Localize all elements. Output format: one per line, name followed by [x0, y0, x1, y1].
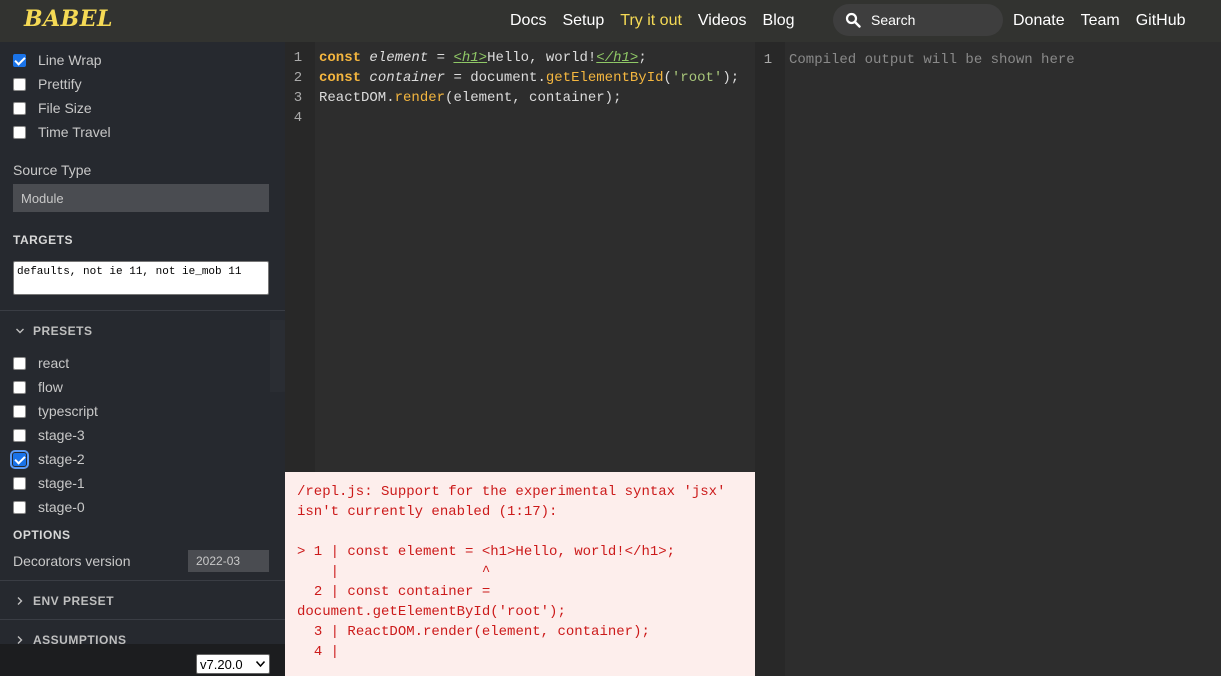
line-number: 4 [293, 110, 303, 126]
preset-label: stage-1 [38, 475, 85, 491]
decorators-version-label: Decorators version [13, 553, 131, 569]
nav-videos[interactable]: Videos [698, 12, 747, 30]
preset-flow[interactable]: flow [13, 377, 63, 397]
time-travel-checkbox[interactable] [13, 125, 26, 139]
nav-docs[interactable]: Docs [510, 12, 546, 30]
nav-blog[interactable]: Blog [763, 12, 795, 30]
checkbox-label: File Size [38, 100, 92, 116]
nav-github[interactable]: GitHub [1136, 12, 1186, 30]
time-travel-option[interactable]: Time Travel [13, 122, 111, 142]
settings-sidebar: Line Wrap Prettify File Size Time Travel… [0, 42, 285, 676]
stage-0-checkbox[interactable] [13, 500, 26, 514]
checkbox-label: Prettify [38, 76, 82, 92]
nav-donate[interactable]: Donate [1013, 12, 1065, 30]
secondary-nav: Donate Team GitHub [1013, 0, 1202, 42]
decorators-version-row: Decorators version 2022-03 [13, 550, 269, 572]
line-number: 3 [293, 90, 303, 106]
sidebar-footer: v7.20.0 [0, 644, 285, 676]
prettify-checkbox[interactable] [13, 77, 26, 91]
preset-label: flow [38, 379, 63, 395]
babel-version-select[interactable]: v7.20.0 [196, 654, 270, 674]
search-box[interactable] [833, 4, 1003, 36]
chevron-down-icon [256, 661, 265, 667]
nav-try-it-out[interactable]: Try it out [620, 12, 682, 30]
error-panel: /repl.js: Support for the experimental s… [285, 472, 755, 676]
compiled-output-panel[interactable]: 1 Compiled output will be shown here [755, 42, 1221, 676]
code-text: const container = document.getElementByI… [319, 70, 740, 86]
flow-checkbox[interactable] [13, 380, 26, 394]
env-preset-section-header[interactable]: ENV PRESET [15, 594, 114, 608]
checkbox-label: Time Travel [38, 124, 111, 140]
main-nav: Docs Setup Try it out Videos Blog [510, 0, 811, 42]
preset-label: stage-3 [38, 427, 85, 443]
preset-stage-1[interactable]: stage-1 [13, 473, 85, 493]
source-type-label: Source Type [13, 162, 92, 178]
code-text: ReactDOM.render(element, container); [319, 90, 622, 106]
chevron-right-icon [17, 597, 23, 605]
code-line: 3 ReactDOM.render(element, container); [285, 90, 622, 110]
checkbox-label: Line Wrap [38, 52, 102, 68]
prettify-option[interactable]: Prettify [13, 74, 82, 94]
presets-section-header[interactable]: PRESETS [15, 324, 93, 338]
code-text: const element = <h1>Hello, world!</h1>; [319, 50, 647, 66]
react-checkbox[interactable] [13, 356, 26, 370]
code-line: 4 [285, 110, 319, 130]
divider [0, 619, 285, 620]
error-message: /repl.js: Support for the experimental s… [297, 484, 726, 660]
targets-input[interactable]: defaults, not ie 11, not ie_mob 11 [13, 261, 269, 295]
line-gutter [755, 42, 785, 676]
preset-react[interactable]: react [13, 353, 69, 373]
nav-setup[interactable]: Setup [562, 12, 604, 30]
line-number: 1 [763, 52, 773, 68]
typescript-checkbox[interactable] [13, 404, 26, 418]
divider [0, 580, 285, 581]
search-icon [845, 12, 861, 28]
version-value: v7.20.0 [200, 656, 243, 672]
divider [0, 310, 285, 311]
preset-label: stage-2 [38, 451, 85, 467]
stage-2-checkbox[interactable] [10, 449, 29, 469]
output-line: 1 Compiled output will be shown here [755, 52, 1075, 72]
top-navbar: BABEL Docs Setup Try it out Videos Blog … [0, 0, 1221, 42]
line-wrap-checkbox[interactable] [13, 53, 26, 67]
source-type-select[interactable]: Module [13, 184, 269, 212]
output-placeholder: Compiled output will be shown here [789, 52, 1075, 68]
presets-label: PRESETS [33, 324, 93, 338]
code-line: 1 const element = <h1>Hello, world!</h1>… [285, 50, 647, 70]
chevron-down-icon [16, 328, 24, 334]
preset-label: stage-0 [38, 499, 85, 515]
nav-team[interactable]: Team [1081, 12, 1120, 30]
stage-3-checkbox[interactable] [13, 428, 26, 442]
targets-label: TARGETS [13, 233, 73, 247]
preset-label: typescript [38, 403, 98, 419]
search-input[interactable] [871, 12, 991, 28]
line-wrap-option[interactable]: Line Wrap [13, 50, 102, 70]
code-line: 2 const container = document.getElementB… [285, 70, 739, 90]
decorators-version-select[interactable]: 2022-03 [188, 550, 269, 572]
preset-typescript[interactable]: typescript [13, 401, 98, 421]
preset-stage-3[interactable]: stage-3 [13, 425, 85, 445]
babel-logo[interactable]: BABEL [24, 6, 113, 32]
file-size-checkbox[interactable] [13, 101, 26, 115]
code-editor[interactable]: 1 const element = <h1>Hello, world!</h1>… [285, 42, 755, 472]
preset-label: react [38, 355, 70, 371]
preset-stage-0[interactable]: stage-0 [13, 497, 85, 517]
stage-1-checkbox[interactable] [13, 476, 26, 490]
file-size-option[interactable]: File Size [13, 98, 92, 118]
line-number: 2 [293, 70, 303, 86]
line-number: 1 [293, 50, 303, 66]
options-label: OPTIONS [13, 528, 71, 542]
preset-stage-2[interactable]: stage-2 [10, 449, 85, 469]
env-preset-label: ENV PRESET [33, 594, 115, 608]
